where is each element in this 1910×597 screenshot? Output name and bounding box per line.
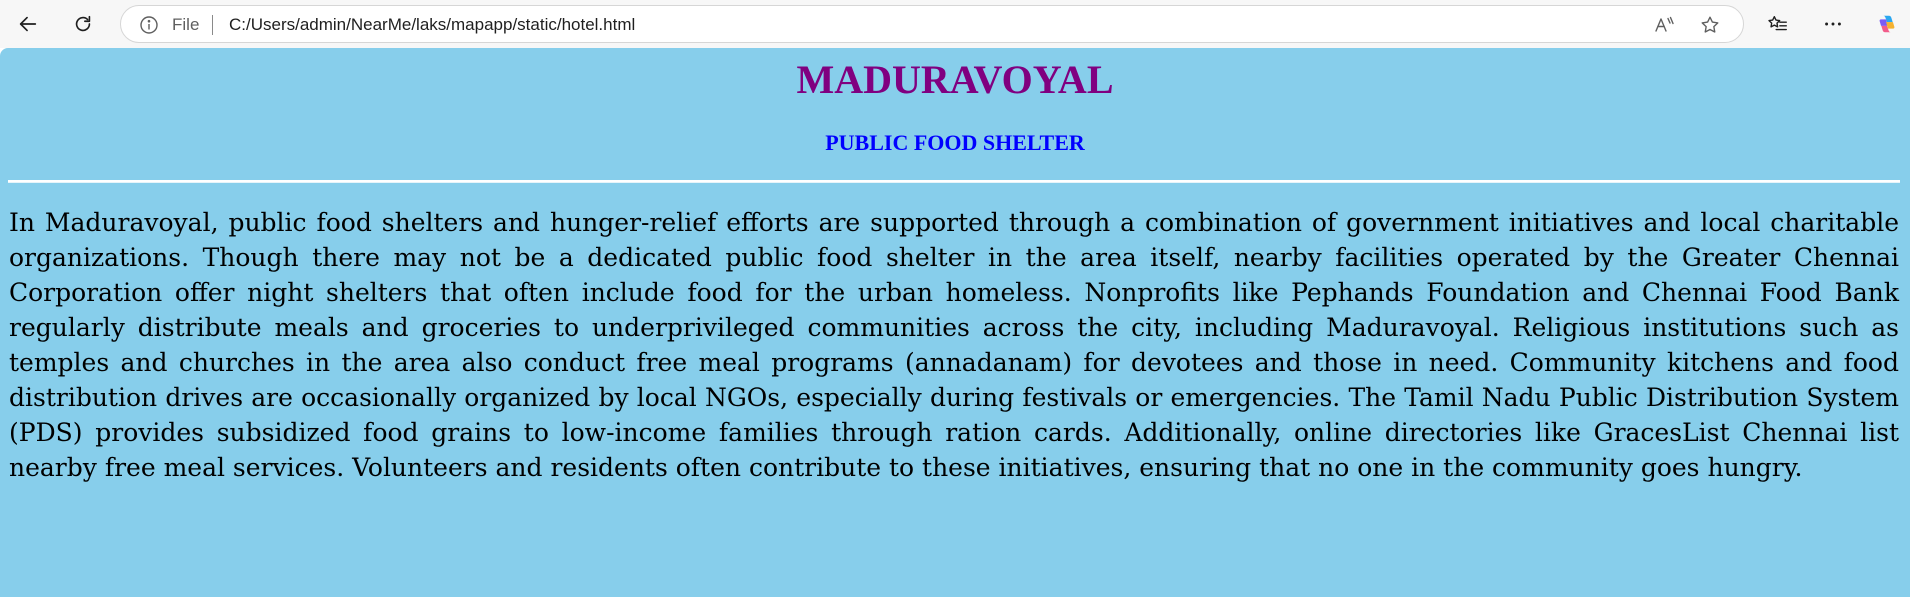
address-bar[interactable]: File C:/Users/admin/NearMe/laks/mapapp/s… [120, 5, 1744, 43]
favorites-icon [1768, 15, 1787, 31]
scheme-label[interactable]: File [172, 15, 199, 35]
favorite-star-icon[interactable] [1699, 14, 1721, 36]
page-title: MADURAVOYAL [796, 57, 1114, 102]
url-text[interactable]: C:/Users/admin/NearMe/laks/mapapp/static… [229, 15, 635, 35]
description-paragraph: In Maduravoyal, public food shelters and… [9, 208, 1899, 482]
browser-toolbar: File C:/Users/admin/NearMe/laks/mapapp/s… [0, 0, 1910, 48]
page-viewport: MADURAVOYAL PUBLIC FOOD SHELTER In Madur… [0, 48, 1910, 597]
copilot-button[interactable] [1871, 8, 1903, 40]
address-divider [212, 15, 213, 35]
back-arrow-icon [19, 16, 37, 32]
reload-button[interactable] [67, 8, 99, 40]
reload-icon [75, 15, 91, 32]
info-icon[interactable] [139, 15, 159, 35]
more-icon [1825, 22, 1841, 26]
more-options-button[interactable] [1817, 8, 1849, 40]
horizontal-divider [8, 180, 1900, 183]
copilot-icon [1879, 15, 1895, 33]
favorites-button[interactable] [1762, 8, 1794, 40]
page-subtitle: PUBLIC FOOD SHELTER [825, 130, 1085, 155]
back-button[interactable] [12, 8, 44, 40]
read-aloud-icon[interactable] [1653, 14, 1675, 36]
